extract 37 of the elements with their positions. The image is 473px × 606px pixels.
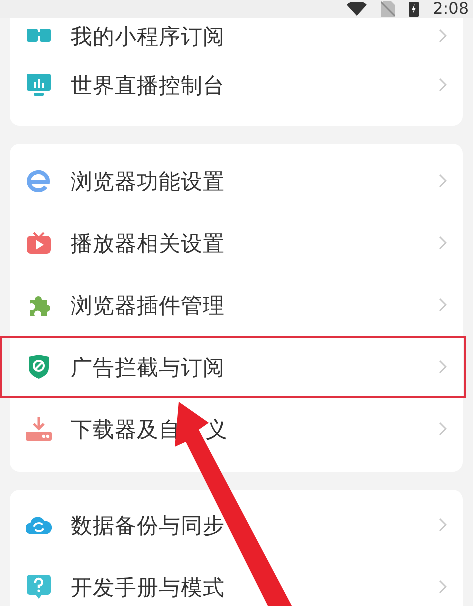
chevron-right-icon [439,580,447,594]
item-label: 数据备份与同步 [71,512,225,540]
item-label: 义 [206,416,228,444]
chevron-right-icon [439,518,447,532]
settings-item[interactable]: 开发手册与模式 [10,556,463,606]
no-sim-icon [381,1,396,17]
help-icon [27,575,51,599]
settings-item[interactable]: 广告拦截与订阅 [0,336,466,398]
tv-play-icon [27,232,51,254]
cloud-sync-icon [26,515,52,535]
settings-item[interactable]: 浏览器功能设置 [10,150,463,212]
chevron-right-icon [439,422,447,436]
chevron-right-icon [439,78,447,92]
browser-icon [27,170,51,192]
shield-block-icon [28,355,50,379]
item-label: 播放器相关设置 [71,230,225,258]
chart-monitor-icon [27,74,51,96]
item-label: 广告拦截与订阅 [71,354,225,382]
chevron-right-icon [439,174,447,188]
settings-item[interactable]: 世界直播控制台 [10,54,463,116]
mini-program-icon [27,29,51,43]
settings-item[interactable]: 浏览器插件管理 [10,274,463,336]
chevron-right-icon [439,236,447,250]
item-label: 开发手册与模式 [71,574,225,602]
status-time: 2:08 [433,0,469,18]
settings-item[interactable]: 数据备份与同步 [10,494,463,556]
download-icon [26,417,52,441]
chevron-right-icon [439,29,447,43]
settings-item[interactable]: 我的小程序订阅 [10,18,463,54]
wifi-icon [347,2,368,16]
item-label: 我的小程序订阅 [71,24,225,50]
settings-item[interactable]: 播放器相关设置 [10,212,463,274]
item-label: 浏览器插件管理 [71,292,225,320]
chevron-right-icon [439,360,447,374]
chevron-right-icon [439,298,447,312]
item-label: 世界直播控制台 [71,72,225,100]
item-label: 浏览器功能设置 [71,168,225,196]
